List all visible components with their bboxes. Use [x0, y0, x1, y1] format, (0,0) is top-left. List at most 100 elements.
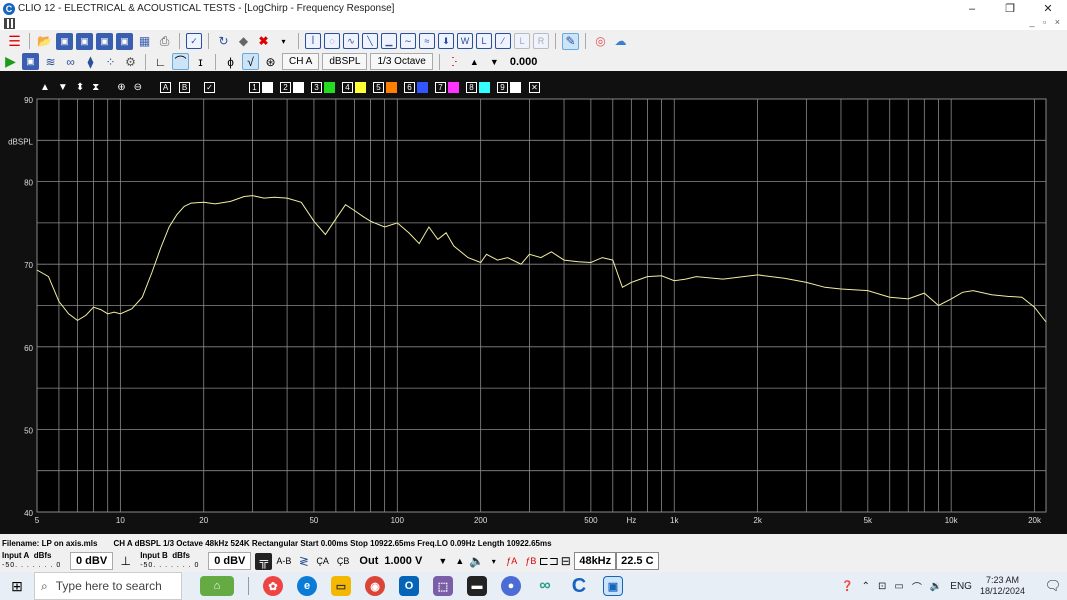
scatter-icon[interactable]: ⁘ — [102, 53, 119, 70]
open-folder-icon[interactable]: 📂 — [36, 33, 53, 50]
dropdown-icon[interactable]: ▾ — [275, 33, 292, 50]
menu-hamburger-icon[interactable]: ☰ — [6, 33, 23, 50]
overlay-8[interactable]: 8 — [466, 81, 491, 93]
help-badge-icon[interactable]: ❓ — [841, 581, 853, 592]
link-icon[interactable]: ≷ — [295, 553, 312, 570]
overlay-5[interactable]: 5 — [373, 81, 398, 93]
lifebuoy-icon[interactable]: ◎ — [592, 33, 609, 50]
up-arrow-icon[interactable]: ▲ — [466, 53, 483, 70]
volume-icon[interactable]: 🔉 — [930, 581, 942, 592]
language-indicator[interactable]: ENG — [950, 581, 972, 592]
waterfall-icon[interactable]: ▁ — [381, 33, 397, 49]
cloud-icon[interactable]: ☁ — [612, 33, 629, 50]
sample-rate[interactable]: 48kHz — [574, 552, 617, 570]
ground-icon[interactable]: ⊥ — [117, 553, 134, 570]
chrome-icon[interactable]: ◉ — [365, 576, 385, 596]
graph-settings-icon[interactable]: ✓ — [204, 81, 216, 93]
move-down-icon[interactable]: ▼ — [58, 82, 68, 93]
compress-icon[interactable]: ⧗ — [92, 82, 99, 93]
lr-icon[interactable]: L — [514, 33, 530, 49]
leq-icon[interactable]: L — [476, 33, 492, 49]
taskbar-clock[interactable]: 7:23 AM 18/12/2024 — [980, 575, 1025, 597]
speaker-icon[interactable]: 🔈 — [468, 553, 485, 570]
store-icon[interactable]: ⬚ — [433, 576, 453, 596]
overlay-7[interactable]: 7 — [435, 81, 460, 93]
overlay-4[interactable]: 4 — [342, 81, 367, 93]
minimize-button[interactable]: – — [953, 0, 991, 17]
thd-icon[interactable]: ≈ — [419, 33, 435, 49]
down-arrow-icon[interactable]: ▼ — [486, 53, 503, 70]
file-explorer-icon[interactable]: ▭ — [331, 576, 351, 596]
generator-a-button[interactable]: ƒA — [506, 556, 517, 566]
out-up-icon[interactable]: ▲ — [451, 553, 468, 570]
overlay-close-button[interactable]: ✕ — [529, 81, 541, 93]
save-disk-icon[interactable]: ▣ — [56, 32, 73, 50]
frequency-response-chart[interactable]: 90 80 70 60 50 40 dBSPL 5 10 20 50 100 200 500 1k 2k 5k 1… — [0, 71, 1067, 534]
loop-infinity-icon[interactable]: ∞ — [62, 53, 79, 70]
download-icon[interactable]: ⬇ — [438, 33, 454, 49]
zoom-in-icon[interactable]: ⊕ — [117, 82, 125, 93]
sweep-icon[interactable]: ╲ — [362, 33, 378, 49]
app-circle-icon[interactable]: ● — [501, 576, 521, 596]
battery-icon[interactable]: ▭ — [894, 581, 903, 592]
undo-icon[interactable]: ↻ — [215, 33, 232, 50]
overlay-1[interactable]: 1 — [249, 81, 274, 93]
pulse-icon[interactable]: ∿ — [343, 33, 359, 49]
clio-taskbar-icon[interactable]: C — [569, 575, 589, 597]
microphone-icon[interactable]: ⧫ — [82, 53, 99, 70]
temperature[interactable]: 22.5 C — [616, 552, 659, 570]
gear-icon[interactable]: ⚙ — [122, 53, 139, 70]
expand-icon[interactable]: ⬍ — [76, 82, 84, 93]
export-icon[interactable]: ▣ — [116, 32, 133, 50]
outlook-icon[interactable]: O — [399, 576, 419, 596]
save-all-icon[interactable]: ▣ — [96, 32, 113, 50]
restore-button[interactable]: ❐ — [991, 0, 1029, 17]
out-down-icon[interactable]: ▼ — [434, 553, 451, 570]
wf-icon[interactable]: W — [457, 33, 473, 49]
speaker-dropdown-icon[interactable]: ▾ — [485, 553, 502, 570]
overlay-2[interactable]: 2 — [280, 81, 305, 93]
print-icon[interactable]: ⎙ — [156, 33, 173, 50]
sqrt-icon[interactable]: √ — [242, 53, 259, 70]
play-icon[interactable]: ▶ — [2, 53, 19, 70]
move-up-icon[interactable]: ▲ — [40, 82, 50, 93]
close-button[interactable]: ✕ — [1029, 0, 1067, 17]
overlay-6[interactable]: 6 — [404, 81, 429, 93]
chevron-up-icon[interactable]: ⌃ — [862, 581, 870, 592]
smoothing-button[interactable]: 1/3 Octave — [370, 53, 433, 70]
generator-b-button[interactable]: ƒB — [525, 556, 536, 566]
delete-icon[interactable]: ✖ — [255, 33, 272, 50]
document-system-icon[interactable] — [4, 18, 15, 29]
device-icon[interactable]: ⊟ — [557, 553, 574, 570]
copilot-icon[interactable]: ✿ — [263, 576, 283, 596]
wifi-icon[interactable]: ⌒ — [912, 579, 922, 594]
out-level[interactable]: 1.000 V — [384, 555, 422, 567]
input-b-range[interactable]: 0 dBV — [208, 552, 252, 570]
loopback-icon[interactable]: ⊏⊐ — [539, 553, 559, 570]
checkbox-icon[interactable]: ✓ — [186, 33, 202, 49]
terminal-icon[interactable]: ▬ — [467, 576, 487, 596]
curve-b-button[interactable]: B — [179, 81, 191, 93]
offset-value[interactable]: 0.000 — [510, 56, 538, 68]
clio-window-icon[interactable]: ▣ — [603, 576, 623, 596]
unit-button[interactable]: dBSPL — [322, 53, 368, 70]
eraser-icon[interactable]: ◆ — [235, 33, 252, 50]
channel-button[interactable]: CH A — [282, 53, 320, 70]
windows-start-icon[interactable]: ⊞ — [0, 572, 34, 600]
edge-icon[interactable]: e — [297, 576, 317, 596]
wave-icon[interactable]: ∼ — [400, 33, 416, 49]
linear-icon[interactable]: ⁄ — [495, 33, 511, 49]
infinity-app-icon[interactable]: ∞ — [535, 576, 555, 596]
usb-icon[interactable]: ⊡ — [878, 581, 886, 592]
input-a-range[interactable]: 0 dBV — [70, 552, 114, 570]
smooth-curve-icon[interactable]: ⌒ — [172, 53, 189, 70]
spectrum-icon[interactable]: ⴾ — [446, 53, 463, 70]
fft-icon[interactable]: ꟾ — [305, 33, 321, 49]
save-measure-icon[interactable]: ▣ — [22, 53, 39, 70]
phase-icon[interactable]: ɪ — [192, 53, 209, 70]
phantom-icon[interactable]: ╦ — [255, 552, 273, 570]
settings-bars-icon[interactable]: ≋ — [42, 53, 59, 70]
pen-icon[interactable]: ✎ — [562, 32, 579, 50]
loop-icon[interactable]: ◌ — [324, 33, 340, 49]
ca-button[interactable]: ÇA — [316, 556, 329, 566]
